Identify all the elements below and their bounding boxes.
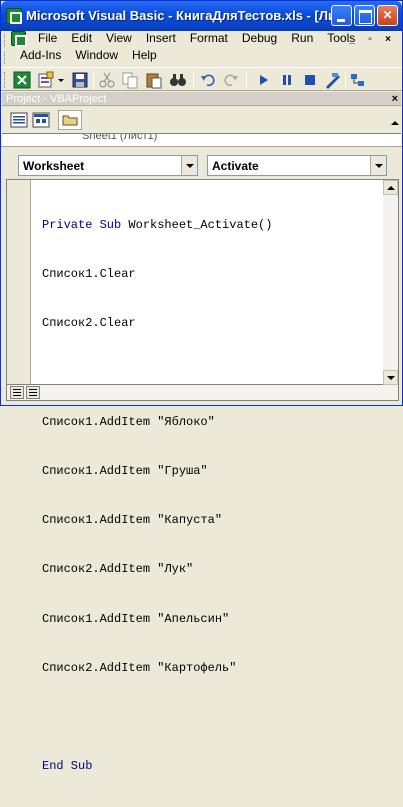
view-object-icon[interactable] xyxy=(31,110,51,130)
toolbar-grip[interactable] xyxy=(4,72,7,88)
close-button[interactable]: ✕ xyxy=(377,5,398,26)
project-explorer-title-bar[interactable]: Project - VBAProject × xyxy=(2,92,401,106)
procedure-combo-value: Activate xyxy=(212,159,259,173)
code-line: Список1.AddItem "Яблоко" xyxy=(42,414,215,429)
code-window: Worksheet Activate Private Sub Worksheet… xyxy=(6,152,399,773)
excel-app-icon[interactable] xyxy=(6,8,22,24)
save-icon[interactable] xyxy=(71,71,89,89)
code-editor[interactable]: Private Sub Worksheet_Activate() Список1… xyxy=(6,179,383,773)
design-mode-icon[interactable] xyxy=(324,71,342,89)
code-line: Список1.AddItem "Апельсин" xyxy=(42,611,230,626)
mdi-close-icon[interactable]: × xyxy=(381,33,395,47)
menu-row-2: Add-Ins Window Help xyxy=(13,47,164,65)
code-line: Список2.AddItem "Лук" xyxy=(42,562,194,577)
project-close-icon[interactable]: × xyxy=(392,92,398,106)
view-excel-icon[interactable] xyxy=(13,71,31,89)
menu-debug[interactable]: Debug xyxy=(235,30,284,48)
margin-indicator-bar[interactable] xyxy=(7,180,31,384)
dropdown-arrow-icon[interactable] xyxy=(57,71,65,89)
document-icon[interactable] xyxy=(11,31,27,47)
minimize-button[interactable] xyxy=(331,5,352,26)
mdi-minimize-icon[interactable]: _ xyxy=(345,33,359,47)
menu-window[interactable]: Window xyxy=(68,47,125,65)
insert-module-icon[interactable] xyxy=(37,71,55,89)
project-tree-item[interactable]: Sheet1 (Лист1) xyxy=(82,134,157,142)
reset-icon[interactable] xyxy=(301,71,319,89)
standard-toolbar xyxy=(1,67,402,91)
code-line: Список2.AddItem "Картофель" xyxy=(42,660,237,675)
menu-help[interactable]: Help xyxy=(125,47,164,65)
window-title: Microsoft Visual Basic - КнигаДляТестов.… xyxy=(26,8,331,23)
code-line: Список1.Clear xyxy=(42,267,136,282)
menu-view[interactable]: View xyxy=(99,30,139,48)
scroll-up-icon[interactable] xyxy=(383,180,398,195)
toolbar-separator-4 xyxy=(345,72,346,88)
vertical-scrollbar[interactable] xyxy=(383,179,399,385)
menu-grip[interactable] xyxy=(4,34,7,47)
project-explorer-icon[interactable] xyxy=(349,71,367,89)
vbe-window: Microsoft Visual Basic - КнигаДляТестов.… xyxy=(0,0,403,773)
toolbar-separator-3 xyxy=(246,72,247,88)
find-icon[interactable] xyxy=(169,71,187,89)
copy-icon[interactable] xyxy=(121,71,139,89)
code-line: Список1.AddItem "Капуста" xyxy=(42,513,223,528)
procedure-combo-dropdown-icon[interactable] xyxy=(370,156,386,175)
menu-file[interactable]: File xyxy=(31,30,64,48)
code-line: Список1.AddItem "Груша" xyxy=(42,463,208,478)
maximize-button[interactable] xyxy=(354,5,375,26)
toolbar-separator xyxy=(93,72,94,88)
project-tree[interactable]: Sheet1 (Лист1) xyxy=(2,133,401,146)
object-combo-dropdown-icon[interactable] xyxy=(181,156,197,175)
view-code-icon[interactable] xyxy=(9,110,29,130)
scroll-down-icon[interactable] xyxy=(383,370,398,385)
mdi-restore-icon[interactable]: ▫ xyxy=(363,33,377,47)
code-line: Private Sub Worksheet_Activate() xyxy=(42,217,273,232)
break-icon[interactable] xyxy=(278,71,296,89)
project-toolbar xyxy=(2,107,401,133)
menu-run[interactable]: Run xyxy=(284,30,320,48)
project-title: Project - VBAProject xyxy=(6,93,107,105)
horizontal-scrollbar[interactable] xyxy=(6,385,399,401)
menu-grip-2[interactable] xyxy=(4,51,7,64)
cut-icon[interactable] xyxy=(98,71,116,89)
menu-add-ins[interactable]: Add-Ins xyxy=(13,47,68,65)
object-combo-value: Worksheet xyxy=(23,159,85,173)
paste-icon[interactable] xyxy=(145,71,163,89)
code-line: End Sub xyxy=(42,759,93,774)
toolbar-separator-2 xyxy=(193,72,194,88)
menu-insert[interactable]: Insert xyxy=(139,30,183,48)
procedure-combo[interactable]: Activate xyxy=(207,155,387,176)
pane-splitter[interactable] xyxy=(1,146,402,150)
menu-bar: File Edit View Insert Format Debug Run T… xyxy=(1,31,402,67)
toggle-folders-icon[interactable] xyxy=(58,110,82,130)
run-icon[interactable] xyxy=(255,71,273,89)
menu-format[interactable]: Format xyxy=(183,30,235,48)
menu-edit[interactable]: Edit xyxy=(64,30,99,48)
procedure-view-icon[interactable] xyxy=(10,386,24,399)
redo-icon[interactable] xyxy=(222,71,240,89)
code-line: Список2.Clear xyxy=(42,316,136,331)
code-text[interactable]: Private Sub Worksheet_Activate() Список1… xyxy=(42,184,272,807)
menu-row-1: File Edit View Insert Format Debug Run T… xyxy=(31,30,362,48)
undo-icon[interactable] xyxy=(199,71,217,89)
pane-scroll-up-icon[interactable] xyxy=(391,121,399,125)
title-bar[interactable]: Microsoft Visual Basic - КнигаДляТестов.… xyxy=(1,1,402,31)
object-combo[interactable]: Worksheet xyxy=(18,155,198,176)
full-module-view-icon[interactable] xyxy=(26,386,40,399)
